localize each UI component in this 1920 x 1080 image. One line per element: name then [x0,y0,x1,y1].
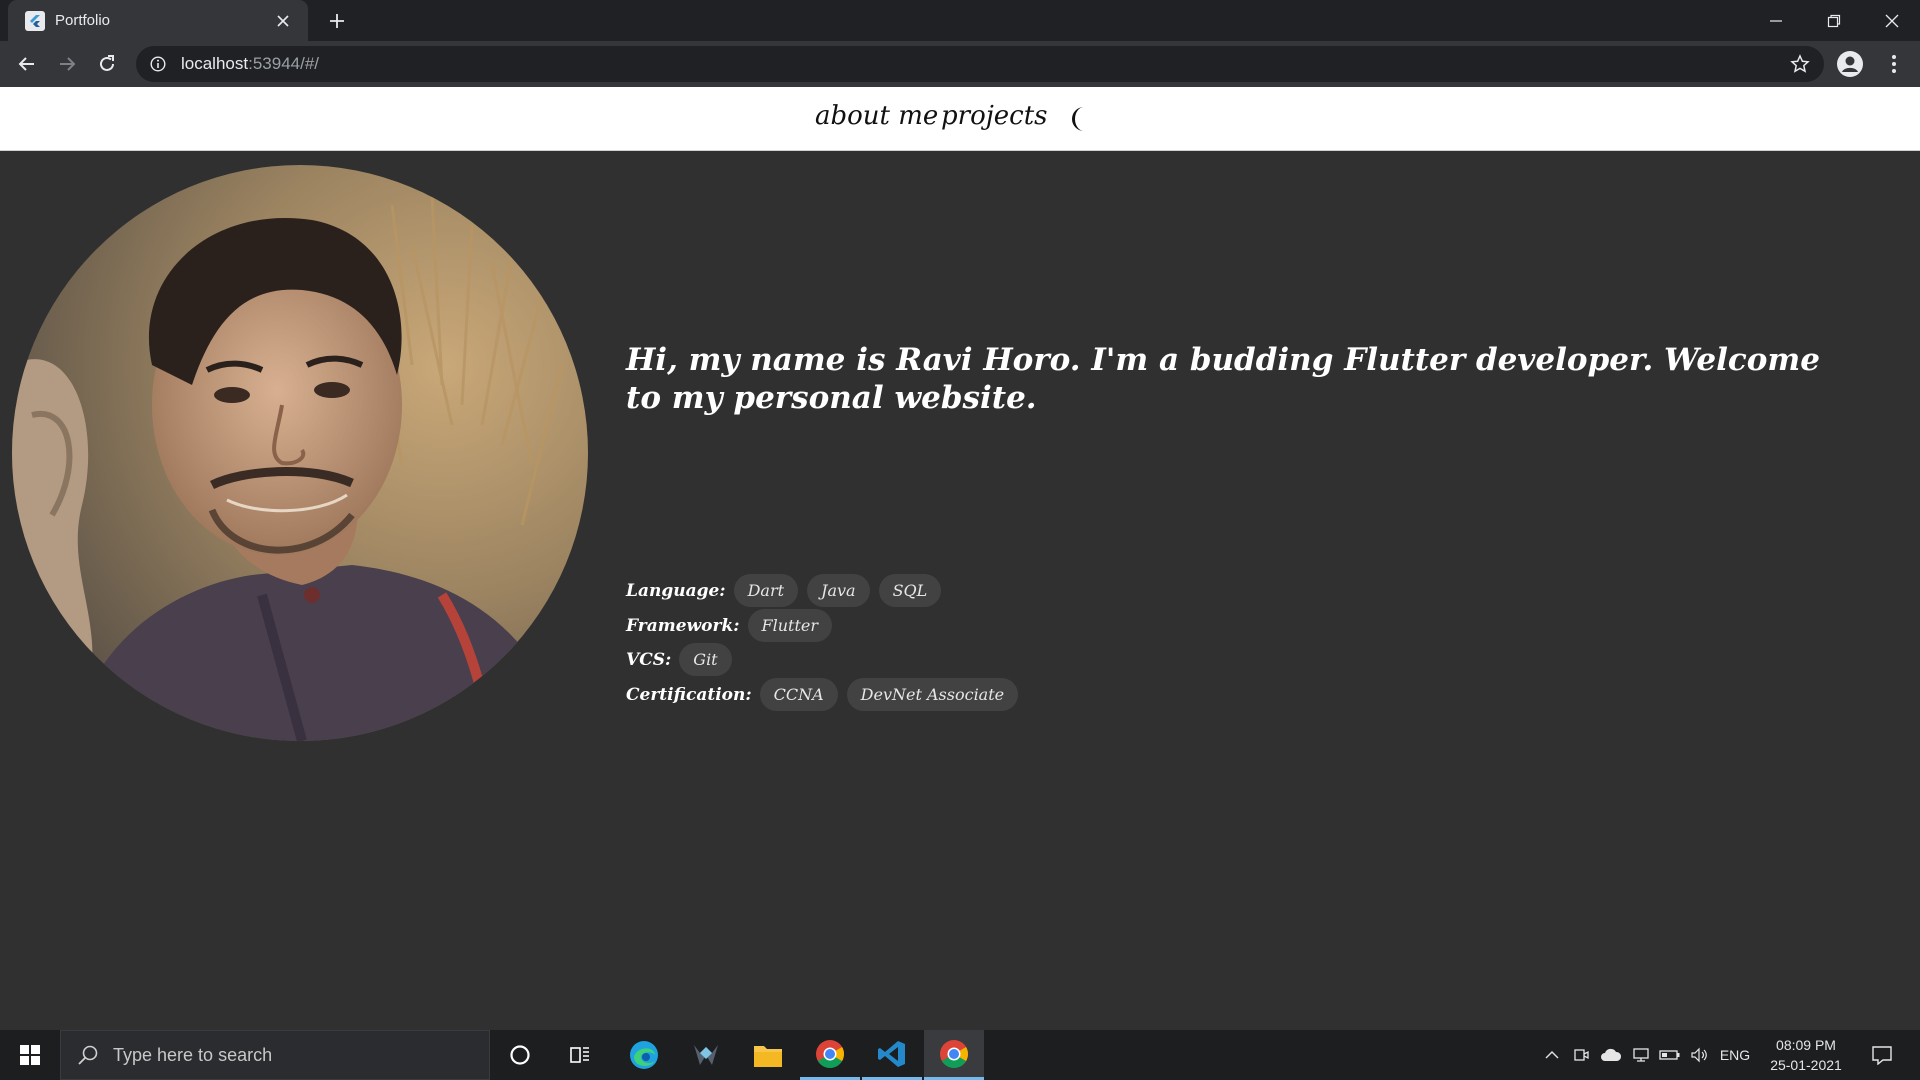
onedrive-icon[interactable] [1596,1030,1626,1080]
skill-label: Language: [626,580,726,601]
skill-chip: SQL [878,574,942,607]
cortana-icon[interactable] [490,1030,550,1080]
flutter-favicon-icon [25,10,45,31]
bookmark-star-icon[interactable] [1790,54,1810,74]
skill-chip: Java [807,574,870,607]
search-placeholder: Type here to search [113,1044,273,1065]
skill-row-framework: Framework: Flutter [626,609,841,642]
battery-icon[interactable] [1656,1030,1684,1080]
close-tab-icon[interactable] [272,10,294,32]
windows-taskbar: Type here to search ENG 08:09 PM 25-01-2… [0,1030,1920,1080]
browser-toolbar: localhost:53944/#/ [0,41,1920,87]
tab-title: Portfolio [55,12,111,29]
chrome-icon[interactable] [924,1030,984,1080]
file-explorer-icon[interactable] [738,1030,798,1080]
skill-chip: Flutter [747,609,833,642]
nav-projects[interactable]: projects [941,101,1048,131]
restore-icon[interactable] [1806,0,1862,41]
reload-icon[interactable] [93,50,121,78]
browser-menu-icon[interactable] [1880,50,1908,78]
input-language[interactable]: ENG [1714,1030,1756,1080]
task-view-icon[interactable] [550,1030,610,1080]
skill-label: Certification: [626,684,752,705]
skill-chip: DevNet Associate [846,678,1019,711]
new-tab-icon[interactable] [325,9,349,33]
address-bar[interactable]: localhost:53944/#/ [136,46,1824,82]
minimize-icon[interactable] [1748,0,1804,41]
skill-label: Framework: [626,615,740,636]
volume-icon[interactable] [1686,1030,1712,1080]
clock-date: 25-01-2021 [1770,1057,1842,1073]
skill-row-certification: Certification: CCNA DevNet Associate [626,678,1027,711]
notifications-icon[interactable] [1862,1030,1902,1080]
skill-chip: Dart [733,574,799,607]
search-icon [78,1045,98,1065]
meet-now-icon[interactable] [1568,1030,1594,1080]
browser-tab-strip: Portfolio [0,0,1920,41]
chrome-icon[interactable] [800,1030,860,1080]
clock-time: 08:09 PM [1776,1037,1836,1053]
forward-icon[interactable] [53,50,81,78]
vscode-icon[interactable] [862,1030,922,1080]
browser-tab[interactable]: Portfolio [8,0,308,41]
skill-row-language: Language: Dart Java SQL [626,574,950,607]
close-window-icon[interactable] [1864,0,1920,41]
system-clock[interactable]: 08:09 PM 25-01-2021 [1756,1035,1856,1075]
intro-text: Hi, my name is Ravi Horo. I'm a budding … [626,342,1820,416]
moon-icon[interactable] [1066,104,1096,134]
site-info-icon[interactable] [149,55,167,73]
predator-icon[interactable] [676,1030,736,1080]
skill-label: VCS: [626,649,672,670]
site-app-bar: about me projects [0,87,1920,151]
nav-about-me[interactable]: about me [815,101,938,131]
skill-chip: CCNA [759,678,838,711]
edge-icon[interactable] [614,1030,674,1080]
skill-row-vcs: VCS: Git [626,643,741,676]
taskbar-search-box[interactable]: Type here to search [60,1030,490,1080]
chevron-up-icon[interactable] [1538,1030,1566,1080]
skill-chip: Git [679,643,732,676]
network-icon[interactable] [1628,1030,1654,1080]
profile-photo [12,165,588,741]
profile-avatar-icon[interactable] [1836,50,1864,78]
url-text: localhost:53944/#/ [181,54,320,73]
back-icon[interactable] [13,50,41,78]
windows-start-icon[interactable] [0,1030,60,1080]
